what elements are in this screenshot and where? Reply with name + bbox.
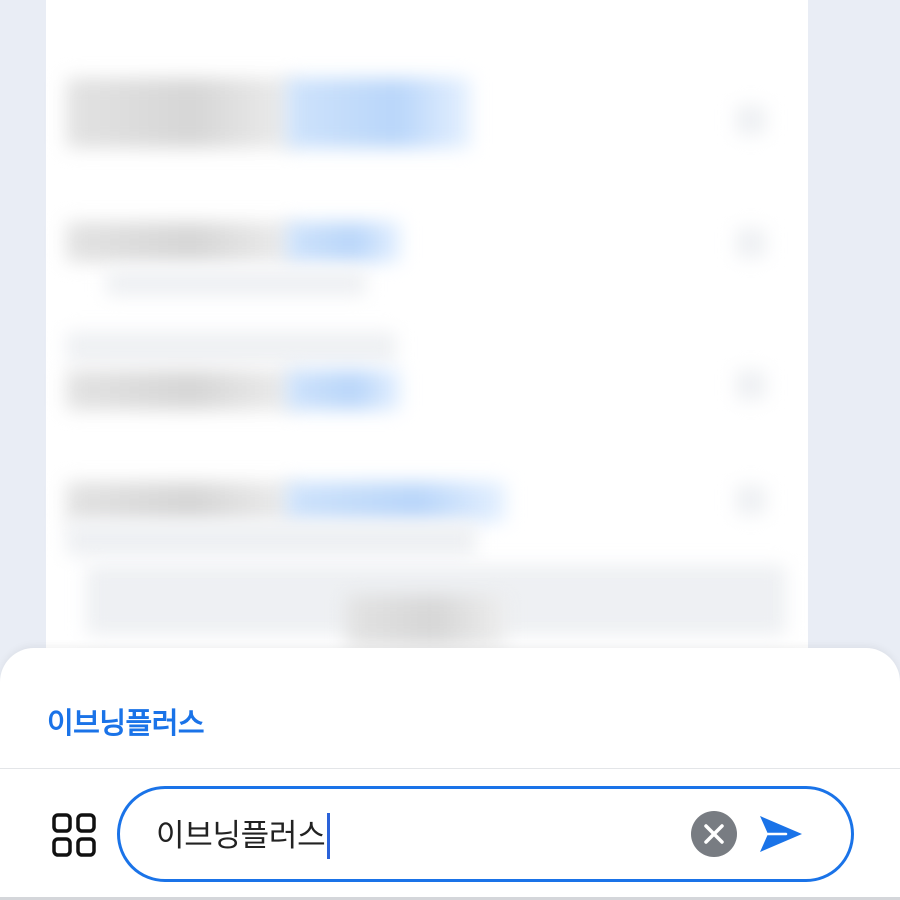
blurred-result-highlight (286, 482, 506, 522)
blurred-result-title (66, 370, 296, 410)
search-query: 이브닝플러스 (156, 818, 326, 854)
blurred-result-subtitle (66, 522, 476, 556)
blurred-result-subtitle (66, 332, 396, 362)
blurred-result-icon (736, 370, 766, 400)
close-icon (704, 824, 724, 844)
blurred-result-title (66, 78, 296, 148)
clear-button[interactable] (691, 811, 737, 857)
background-results-card (46, 0, 808, 700)
text-caret (327, 813, 331, 859)
blurred-result-subtitle (106, 270, 366, 296)
grid-icon[interactable] (52, 813, 96, 857)
blurred-result-highlight (286, 370, 401, 410)
suggestion-item[interactable]: 이브닝플러스 (47, 700, 205, 742)
send-arrow-icon (760, 816, 802, 852)
blurred-result-title (66, 222, 296, 262)
send-button[interactable] (756, 809, 806, 859)
blurred-result-title (66, 482, 296, 522)
blurred-result-thumb (346, 595, 506, 645)
blurred-result-icon (736, 228, 766, 258)
blurred-result-icon (736, 485, 766, 515)
blurred-result-icon (736, 105, 766, 135)
blurred-result-highlight (286, 222, 401, 262)
search-input[interactable]: 이브닝플러스 (117, 786, 854, 882)
blurred-result-highlight (286, 78, 471, 148)
search-input-text[interactable]: 이브닝플러스 (156, 813, 331, 859)
